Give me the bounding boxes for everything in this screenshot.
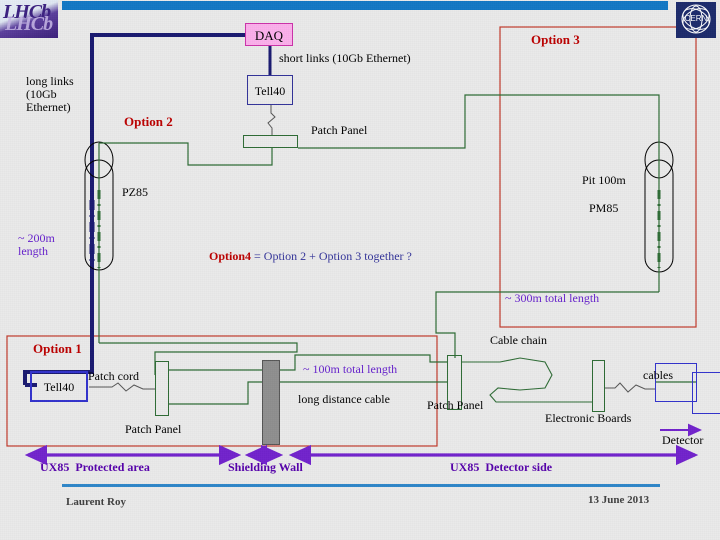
footer-accent-bar xyxy=(62,484,660,487)
long-distance-cable-label: long distance cable xyxy=(298,392,390,406)
ux85-detector-side-label: UX85 Detector side xyxy=(450,460,553,474)
length-200m-label: ~ 200m length xyxy=(18,231,55,258)
daq-box[interactable]: DAQ xyxy=(245,23,293,46)
electronic-boards-label: Electronic Boards xyxy=(545,411,632,425)
long-links-label: long links (10Gb Ethernet) xyxy=(26,74,74,114)
detector-board-box[interactable] xyxy=(692,372,720,414)
pit-100m-label: Pit 100m xyxy=(582,173,626,187)
patch-cord-label: Patch cord xyxy=(88,369,139,383)
cable-chain-label: Cable chain xyxy=(490,333,547,347)
option3-logo-connector xyxy=(500,22,697,28)
option2-label: Option 2 xyxy=(124,114,173,129)
tell40-bottom-box[interactable]: Tell40 xyxy=(30,371,88,402)
option1-label: Option 1 xyxy=(33,341,82,356)
option4-statement: Option4 = Option 2 + Option 3 together ? xyxy=(197,237,412,276)
svg-text:CERN: CERN xyxy=(685,14,708,23)
shielding-wall-block xyxy=(262,360,280,445)
header-accent-bar xyxy=(62,1,668,10)
patch-panel-top-box[interactable] xyxy=(243,135,298,148)
lhcb-logo-text-shadow: LHCb xyxy=(5,13,53,35)
option4-bold-label: Option4 xyxy=(209,248,252,263)
footer-date: 13 June 2013 xyxy=(588,494,650,506)
shielding-wall-label: Shielding Wall xyxy=(228,460,303,474)
option3-label: Option 3 xyxy=(531,32,580,47)
patch-panel-bottom-left-box[interactable] xyxy=(155,361,169,416)
detector-label: Detector xyxy=(662,433,704,447)
pz85-label: PZ85 xyxy=(122,185,149,199)
slide-canvas: LHCb LHCb CERN DAQ Tell40 Tell40 long li… xyxy=(0,0,720,540)
daq-box-label: DAQ xyxy=(254,28,284,43)
cern-logo: CERN xyxy=(676,2,716,38)
patch-panel-bottom-left-label: Patch Panel xyxy=(125,422,182,436)
tell40-top-label: Tell40 xyxy=(254,84,286,98)
option4-rest-label: = Option 2 + Option 3 together ? xyxy=(251,248,412,263)
electronics-strip-box[interactable] xyxy=(592,360,605,412)
length-300m-label: ~ 300m total length xyxy=(505,291,600,305)
tell40-top-box[interactable]: Tell40 xyxy=(247,75,293,105)
length-100m-label: ~ 100m total length xyxy=(303,362,398,376)
cables-label: cables xyxy=(643,368,673,382)
patch-panel-top-label: Patch Panel xyxy=(311,123,368,137)
patch-cord-squiggle-bottom xyxy=(89,382,155,392)
ux85-protected-area-label: UX85 Protected area xyxy=(40,460,150,474)
green-cable-chain xyxy=(462,357,592,403)
elec-squiggle xyxy=(605,382,655,393)
footer-author: Laurent Roy xyxy=(66,496,126,508)
lhcb-logo: LHCb LHCb xyxy=(0,0,58,38)
short-links-label: short links (10Gb Ethernet) xyxy=(279,51,411,65)
patch-panel-bottom-right-label: Patch Panel xyxy=(427,398,484,412)
patch-cord-squiggle-top xyxy=(267,105,276,135)
pm85-label: PM85 xyxy=(589,201,619,215)
tell40-bottom-label: Tell40 xyxy=(43,380,75,394)
